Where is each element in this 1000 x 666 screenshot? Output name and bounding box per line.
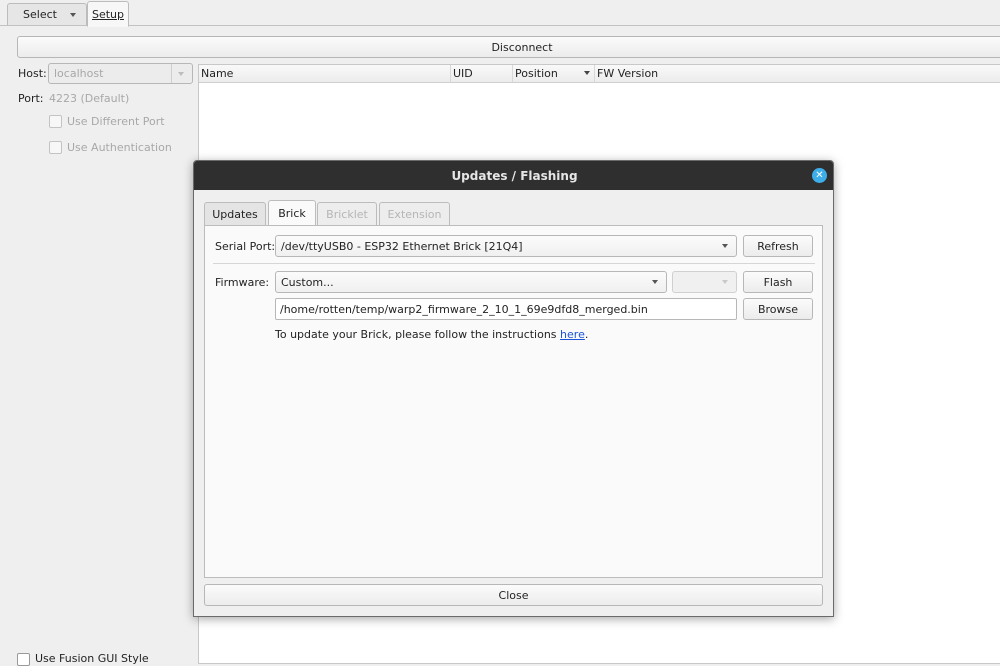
column-header-position[interactable]: Position: [513, 65, 595, 82]
firmware-path-value: /home/rotten/temp/warp2_firmware_2_10_1_…: [280, 302, 648, 316]
column-header-name-label: Name: [201, 67, 234, 80]
browse-button[interactable]: Browse: [743, 298, 813, 320]
use-authentication-label: Use Authentication: [67, 141, 172, 154]
serial-port-combobox[interactable]: /dev/ttyUSB0 - ESP32 Ethernet Brick [21Q…: [275, 235, 737, 257]
serial-port-label: Serial Port:: [215, 240, 276, 253]
instructions-suffix: .: [584, 328, 589, 341]
firmware-label: Firmware:: [215, 276, 270, 289]
chevron-down-icon: [722, 280, 728, 284]
firmware-value: Custom...: [281, 275, 334, 289]
dialog-title: Updates / Flashing: [451, 168, 578, 183]
close-label: Close: [498, 588, 529, 602]
tab-updates[interactable]: Updates: [204, 202, 266, 226]
tab-brick[interactable]: Brick: [268, 200, 316, 226]
flash-button[interactable]: Flash: [743, 271, 813, 293]
use-authentication-checkbox[interactable]: [49, 141, 62, 154]
dialog-titlebar[interactable]: Updates / Flashing ✕: [194, 161, 833, 190]
brick-tab-pane: Serial Port: /dev/ttyUSB0 - ESP32 Ethern…: [204, 225, 823, 578]
instructions-text: To update your Brick, please follow the …: [275, 328, 588, 341]
column-header-name[interactable]: Name: [199, 65, 451, 82]
chevron-down-icon: [70, 13, 76, 17]
close-button[interactable]: Close: [204, 584, 823, 606]
port-value: 4223 (Default): [49, 92, 130, 105]
tab-brick-label: Brick: [278, 206, 306, 220]
chevron-down-icon: [652, 280, 658, 284]
port-label: Port:: [18, 92, 44, 105]
tab-updates-label: Updates: [212, 208, 258, 221]
serial-port-value: /dev/ttyUSB0 - ESP32 Ethernet Brick [21Q…: [281, 239, 523, 253]
sort-descending-icon: [584, 71, 590, 75]
tab-setup-label: Setup: [91, 7, 125, 21]
top-tab-bar: [0, 0, 1000, 26]
column-header-fw-version-label: FW Version: [597, 67, 659, 80]
separator: [213, 263, 815, 264]
firmware-path-input[interactable]: /home/rotten/temp/warp2_firmware_2_10_1_…: [275, 298, 737, 320]
firmware-combobox[interactable]: Custom...: [275, 271, 667, 293]
column-header-position-label: Position: [515, 67, 558, 80]
table-header: Name UID Position FW Version: [199, 65, 1000, 83]
browse-label: Browse: [757, 302, 799, 316]
refresh-label: Refresh: [757, 239, 799, 253]
use-fusion-gui-style-label: Use Fusion GUI Style: [35, 652, 149, 665]
tab-select-label: Select: [23, 8, 57, 21]
use-different-port-checkbox[interactable]: [49, 115, 62, 128]
tab-setup[interactable]: Setup: [87, 1, 129, 27]
use-fusion-gui-style-checkbox[interactable]: [17, 653, 30, 666]
column-header-fw-version[interactable]: FW Version: [595, 65, 1000, 82]
instructions-prefix: To update your Brick, please follow the …: [275, 328, 561, 341]
disconnect-button[interactable]: Disconnect: [17, 36, 1000, 58]
tab-bricklet[interactable]: Bricklet: [317, 202, 377, 226]
left-panel: Host: localhost Port: 4223 (Default) Use…: [0, 62, 198, 666]
column-header-uid-label: UID: [453, 67, 473, 80]
column-header-uid[interactable]: UID: [451, 65, 513, 82]
chevron-down-icon: [722, 244, 728, 248]
refresh-button[interactable]: Refresh: [743, 235, 813, 257]
updates-flashing-dialog: Updates / Flashing ✕ Updates Brick Brick…: [193, 160, 834, 617]
instructions-link[interactable]: here: [560, 328, 585, 341]
tab-extension-label: Extension: [387, 208, 442, 221]
use-different-port-label: Use Different Port: [67, 115, 165, 128]
host-combobox[interactable]: localhost: [48, 63, 193, 84]
flash-label: Flash: [763, 275, 793, 289]
tab-extension[interactable]: Extension: [379, 202, 450, 226]
host-value: localhost: [54, 67, 104, 80]
host-label: Host:: [18, 67, 47, 80]
tab-bricklet-label: Bricklet: [326, 208, 368, 221]
tab-select[interactable]: Select: [7, 3, 87, 25]
chevron-down-icon: [178, 71, 184, 76]
close-icon[interactable]: ✕: [812, 168, 827, 183]
disconnect-label: Disconnect: [491, 40, 553, 54]
firmware-version-combobox[interactable]: [672, 271, 737, 293]
